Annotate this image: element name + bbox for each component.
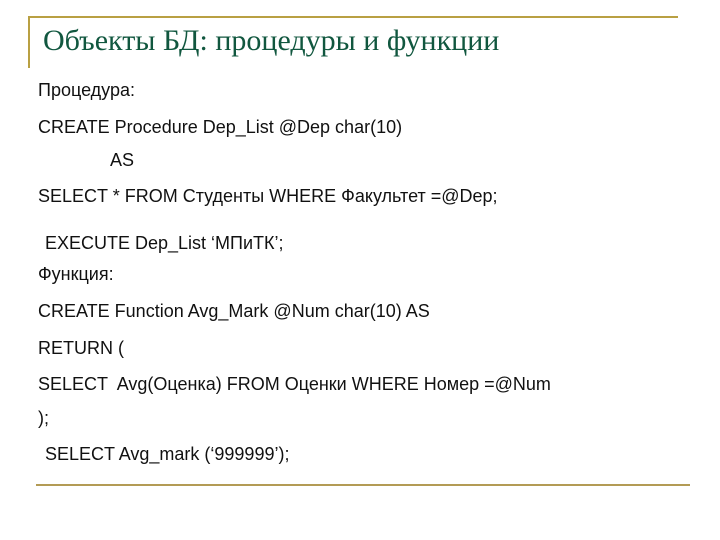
create-function-line: CREATE Function Avg_Mark @Num char(10) A… bbox=[38, 301, 430, 321]
procedure-label: Процедура: bbox=[38, 80, 136, 100]
slide-title: Объекты БД: процедуры и функции bbox=[43, 24, 500, 57]
select-avg-line: SELECT Avg(Оценка) FROM Оценки WHERE Ном… bbox=[38, 374, 551, 394]
close-paren-line: ); bbox=[38, 408, 49, 428]
select-avg-mark-line: SELECT Avg_mark (‘999999’); bbox=[40, 444, 290, 464]
as-line: AS bbox=[110, 150, 135, 170]
title-top-rule bbox=[28, 16, 678, 18]
title-left-rule bbox=[28, 16, 30, 68]
select-students-line: SELECT * FROM Студенты WHERE Факультет =… bbox=[38, 186, 498, 206]
bottom-rule bbox=[36, 484, 690, 486]
return-line: RETURN ( bbox=[38, 338, 124, 358]
execute-line: EXECUTE Dep_List ‘МПиТК’; bbox=[40, 233, 284, 253]
create-procedure-line: CREATE Procedure Dep_List @Dep char(10) bbox=[38, 117, 403, 137]
function-label: Функция: bbox=[38, 264, 114, 284]
